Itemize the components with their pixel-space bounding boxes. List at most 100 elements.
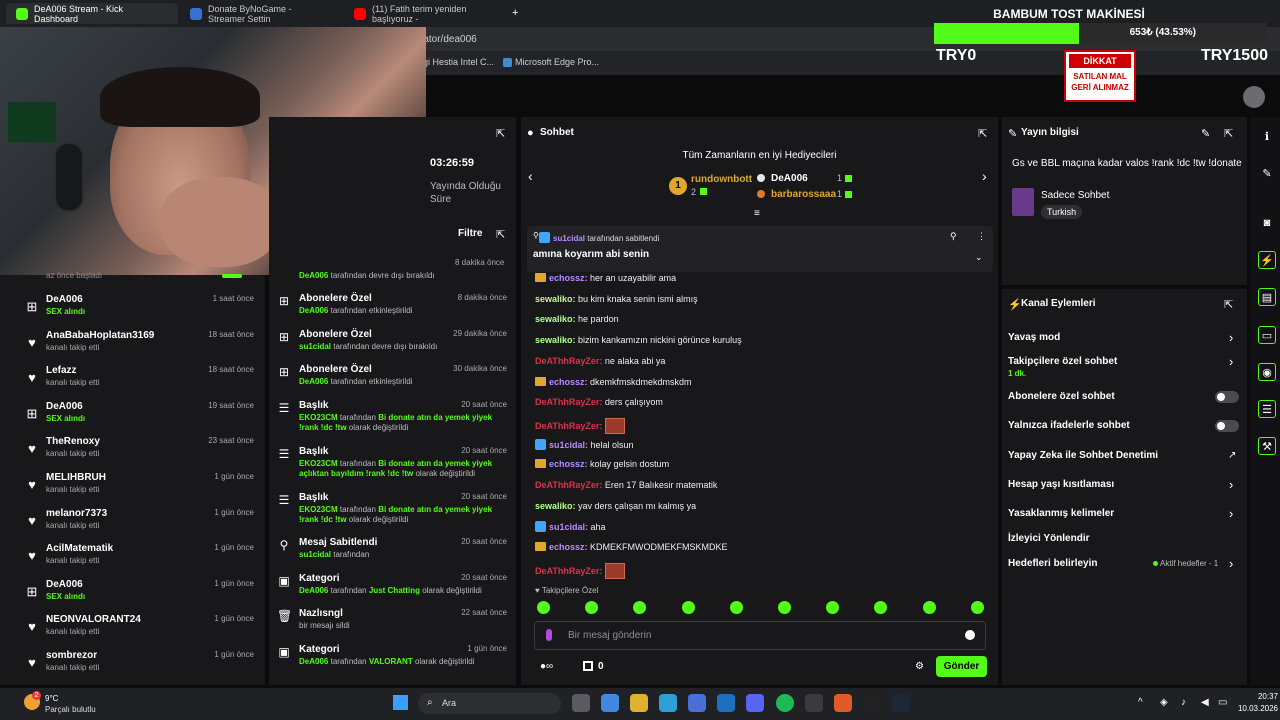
store-icon[interactable] [688,694,706,712]
bookmark-item[interactable]: rgi Hestia Intel C... [420,57,494,67]
file-explorer-icon[interactable] [630,694,648,712]
chat-username[interactable]: DeAThhRayZer: [535,421,602,431]
new-tab-icon[interactable]: + [512,7,518,19]
event-user[interactable]: DeA006 [46,579,83,590]
chevron-right-icon[interactable]: › [1229,556,1233,571]
points-icon[interactable] [583,661,593,671]
chat-username[interactable]: DeAThhRayZer: [535,480,602,490]
widgets-icon[interactable] [601,694,619,712]
windows-start-icon[interactable] [393,695,408,710]
emote-shortcut-icon[interactable] [970,601,984,614]
browser-tab-youtube[interactable]: (11) Fatih terim yeniden başlıyoruz - [344,3,504,24]
event-user[interactable]: AcilMatematik [46,543,113,554]
filter-button[interactable]: Filtre [458,228,482,239]
outlook-icon[interactable] [717,694,735,712]
chevron-right-icon[interactable]: › [1229,506,1233,521]
chat-username[interactable]: DeAThhRayZer: [535,356,602,366]
channel-action-label[interactable]: Takipçilere özel sohbet [1008,356,1117,367]
network-icon[interactable]: ◈ [1160,697,1168,708]
filter-lines-icon[interactable]: ≡ [754,208,760,219]
url-text[interactable]: rator/dea006 [420,34,477,45]
chat-input-placeholder[interactable]: Bir mesaj gönderin [568,630,651,641]
steam-icon[interactable] [892,694,910,712]
gifter-name[interactable]: barbarossaaa [771,189,836,200]
chevron-right-icon[interactable]: › [982,168,987,184]
chevron-right-icon[interactable]: › [1229,477,1233,492]
log-user[interactable]: EKO23CM [299,413,338,422]
log-user[interactable]: DeA006 [299,657,328,666]
emote-shortcut-icon[interactable] [681,601,695,614]
list-icon[interactable]: ☰ [1258,400,1276,418]
chat-username[interactable]: sewaliko: [535,335,576,345]
event-user[interactable]: DeA006 [46,294,83,305]
channel-action-label[interactable]: Yapay Zeka ile Sohbet Denetimi [1008,450,1158,461]
discord-icon[interactable] [746,694,764,712]
event-user[interactable]: Lefazz [46,365,77,376]
infinity-icon[interactable]: ●∞ [540,661,553,672]
tray-chevron-icon[interactable]: ^ [1138,697,1143,708]
speaker-icon[interactable]: ◀ [1201,697,1209,708]
log-user[interactable]: EKO23CM [299,459,338,468]
emote-shortcut-icon[interactable] [778,601,791,614]
steam-overlay-icon[interactable] [805,694,823,712]
popout-icon[interactable]: ⇱ [496,228,505,241]
wrench-icon[interactable]: ⚒ [1258,437,1276,455]
popout-icon[interactable]: ⇱ [1224,127,1233,140]
event-user[interactable]: melanor7373 [46,508,107,519]
event-user[interactable]: DeA006 [46,401,83,412]
taskbar-search[interactable] [418,693,561,714]
chat-username[interactable]: echossz: [549,542,588,552]
event-user[interactable]: MELIHBRUH [46,472,106,483]
gifter-name[interactable]: DeA006 [771,173,808,184]
clock-date[interactable]: 10.03.2026 [1212,704,1278,713]
emoji-icon[interactable] [965,630,975,640]
unpin-icon[interactable]: ⚲ [950,231,957,242]
info-icon[interactable]: ℹ [1258,128,1276,146]
chat-username[interactable]: sewaliko: [535,501,576,511]
log-user[interactable]: EKO23CM [299,505,338,514]
log-user[interactable]: DeA006 [299,586,328,595]
popout-icon[interactable]: ⇱ [978,127,987,140]
popout-icon[interactable]: ⇱ [496,127,505,140]
clock-time[interactable]: 20:37 [1240,692,1278,701]
settings-icon[interactable]: ⚙ [915,661,924,672]
chevron-left-icon[interactable]: ‹ [528,168,533,184]
bookmark-item[interactable]: Microsoft Edge Pro... [515,57,599,67]
popout-icon[interactable]: ⇱ [1224,298,1233,311]
channel-action-label[interactable]: İzleyici Yönlendir [1008,533,1090,544]
chat-username[interactable]: echossz: [549,377,588,387]
camera-icon[interactable]: ◙ [1258,214,1276,232]
chat-username[interactable]: DeAThhRayZer: [535,566,602,576]
chat-bubble-icon[interactable]: ▭ [1258,326,1276,344]
bolt-icon[interactable]: ⚡ [1258,251,1276,269]
channel-action-label[interactable]: Abonelere özel sohbet [1008,391,1115,402]
chevron-right-icon[interactable]: › [1229,330,1233,345]
channel-action-label[interactable]: Yasaklanmış kelimeler [1008,508,1114,519]
chat-username[interactable]: echossz: [549,459,588,469]
edge-browser-icon[interactable] [659,694,677,712]
chat-username[interactable]: sewaliko: [535,294,576,304]
event-user[interactable]: AnaBabaHoplatan3169 [46,330,154,341]
pencil-icon[interactable]: ✎ [1258,165,1276,183]
broadcast-icon[interactable]: ◉ [1258,363,1276,381]
task-view-icon[interactable] [572,694,590,712]
channel-action-label[interactable]: Yalnızca ifadelerle sohbet [1008,420,1130,431]
app-icon[interactable] [863,694,881,712]
gifter-name[interactable]: rundownbott [691,174,752,185]
log-user[interactable]: su1cidal [299,342,331,351]
chat-username[interactable]: su1cidal: [549,440,588,450]
chat-username[interactable]: sewaliko: [535,314,576,324]
emote-shortcut-icon[interactable] [537,601,550,614]
browser-tab-kick[interactable]: DeA006 Stream - Kick Dashboard [6,3,178,24]
brave-icon[interactable] [834,694,852,712]
chevron-right-icon[interactable]: › [1229,354,1233,369]
channel-action-label[interactable]: Hesap yaşı kısıtlaması [1008,479,1114,490]
channel-action-label[interactable]: Hedefleri belirleyin [1008,558,1097,569]
external-link-icon[interactable]: ↗ [1228,450,1236,461]
toggle-switch[interactable] [1215,391,1239,403]
edit-icon[interactable]: ✎ [1201,127,1210,140]
category-name[interactable]: Sadece Sohbet [1041,190,1109,201]
clipboard-icon[interactable]: ▤ [1258,288,1276,306]
channel-action-label[interactable]: Yavaş mod [1008,332,1060,343]
mic-icon[interactable]: ♪ [1181,697,1186,708]
